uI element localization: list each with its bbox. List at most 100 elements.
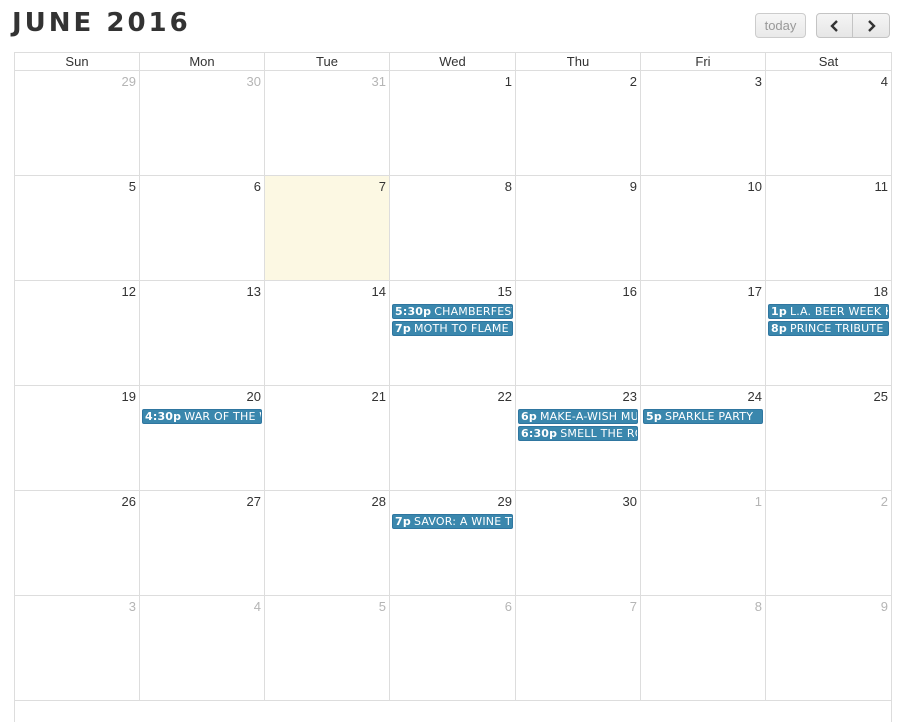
day-cell[interactable]: 3 [641, 71, 766, 175]
day-cell[interactable]: 26 [15, 491, 140, 595]
day-number: 1 [754, 494, 762, 509]
day-cell[interactable]: 8 [390, 176, 516, 280]
day-cell[interactable]: 15 5:30p CHAMBERFEST 7p MOTH TO FLAME [390, 281, 516, 385]
day-cell[interactable]: 6 [140, 176, 265, 280]
day-number: 18 [873, 284, 888, 299]
day-number: 27 [246, 494, 261, 509]
event-title: CHAMBERFEST [434, 305, 513, 318]
day-cell-today[interactable]: 7 [265, 176, 390, 280]
day-number: 16 [622, 284, 637, 299]
day-cell[interactable]: 30 [140, 71, 265, 175]
weekday-mon: Mon [140, 53, 265, 71]
day-cell[interactable]: 9 [766, 596, 891, 700]
day-number: 6 [504, 599, 512, 614]
day-cell[interactable]: 29 [15, 71, 140, 175]
day-cell[interactable]: 5 [15, 176, 140, 280]
day-number: 3 [128, 599, 136, 614]
prev-month-button[interactable] [816, 13, 853, 38]
chevron-left-icon [829, 20, 838, 32]
day-cell[interactable]: 12 [15, 281, 140, 385]
day-cell[interactable]: 8 [641, 596, 766, 700]
day-number: 28 [371, 494, 386, 509]
day-cell[interactable]: 13 [140, 281, 265, 385]
day-cell[interactable]: 17 [641, 281, 766, 385]
day-number: 9 [880, 599, 888, 614]
month-grid: Sun Mon Tue Wed Thu Fri Sat 29 30 31 1 2 3 4 5 6 7 8 9 10 1… [14, 52, 892, 722]
calendar-event[interactable]: 5:30p CHAMBERFEST [392, 304, 513, 319]
day-number: 26 [121, 494, 136, 509]
event-time: 8p [771, 322, 787, 335]
event-title: SAVOR: A WINE T [413, 515, 512, 528]
day-cell[interactable]: 18 1p L.A. BEER WEEK K 8p PRINCE TRIBUTE [766, 281, 891, 385]
day-number: 30 [246, 74, 261, 89]
day-cell[interactable]: 31 [265, 71, 390, 175]
day-cell[interactable]: 16 [516, 281, 641, 385]
day-cell[interactable]: 2 [766, 491, 891, 595]
next-month-button[interactable] [852, 13, 890, 38]
event-time: 5:30p [395, 305, 432, 318]
calendar-event[interactable]: 1p L.A. BEER WEEK K [768, 304, 889, 319]
day-number: 7 [629, 599, 637, 614]
day-cell[interactable]: 23 6p MAKE-A-WISH MU 6:30p SMELL THE RO [516, 386, 641, 490]
chevron-right-icon [868, 20, 876, 32]
week-row: 5 6 7 8 9 10 11 [15, 176, 891, 281]
event-title: PRINCE TRIBUTE [789, 322, 884, 335]
day-number: 31 [371, 74, 386, 89]
day-number: 21 [371, 389, 386, 404]
weekday-tue: Tue [265, 53, 390, 71]
day-cell[interactable]: 14 [265, 281, 390, 385]
week-row: 19 20 4:30p WAR OF THE W 21 22 23 6p MAKE-A-WISH… [15, 386, 891, 491]
day-cell[interactable]: 11 [766, 176, 891, 280]
day-number: 1 [504, 74, 512, 89]
event-time: 7p [395, 515, 411, 528]
event-title: SPARKLE PARTY [664, 410, 754, 423]
day-cell[interactable]: 7 [516, 596, 641, 700]
calendar-event[interactable]: 6:30p SMELL THE RO [518, 426, 638, 441]
calendar-event[interactable]: 7p MOTH TO FLAME [392, 321, 513, 336]
day-number: 2 [629, 74, 637, 89]
day-number: 29 [121, 74, 136, 89]
day-cell[interactable]: 21 [265, 386, 390, 490]
event-time: 6:30p [521, 427, 558, 440]
day-cell[interactable]: 4 [766, 71, 891, 175]
day-cell[interactable]: 3 [15, 596, 140, 700]
day-cell[interactable]: 2 [516, 71, 641, 175]
today-button[interactable]: today [755, 13, 806, 38]
day-cell[interactable]: 1 [390, 71, 516, 175]
day-cell[interactable]: 29 7p SAVOR: A WINE T [390, 491, 516, 595]
day-cell[interactable]: 30 [516, 491, 641, 595]
day-cell[interactable]: 6 [390, 596, 516, 700]
day-number: 5 [378, 599, 386, 614]
day-number: 25 [873, 389, 888, 404]
day-cell[interactable]: 19 [15, 386, 140, 490]
day-cell[interactable]: 22 [390, 386, 516, 490]
day-number: 6 [253, 179, 261, 194]
day-cell[interactable]: 10 [641, 176, 766, 280]
weekday-header: Sun Mon Tue Wed Thu Fri Sat [15, 52, 891, 71]
day-number: 11 [874, 179, 889, 194]
day-cell[interactable]: 5 [265, 596, 390, 700]
day-number: 7 [378, 179, 386, 194]
day-cell[interactable]: 27 [140, 491, 265, 595]
day-number: 9 [629, 179, 637, 194]
calendar-event[interactable]: 6p MAKE-A-WISH MU [518, 409, 638, 424]
day-number: 17 [747, 284, 762, 299]
calendar-event[interactable]: 4:30p WAR OF THE W [142, 409, 262, 424]
day-cell[interactable]: 25 [766, 386, 891, 490]
calendar-event[interactable]: 7p SAVOR: A WINE T [392, 514, 513, 529]
day-cell[interactable]: 28 [265, 491, 390, 595]
calendar-event[interactable]: 5p SPARKLE PARTY [643, 409, 763, 424]
day-number: 5 [128, 179, 136, 194]
day-cell[interactable]: 1 [641, 491, 766, 595]
calendar-event[interactable]: 8p PRINCE TRIBUTE [768, 321, 889, 336]
day-number: 12 [121, 284, 136, 299]
day-cell[interactable]: 9 [516, 176, 641, 280]
day-cell[interactable]: 20 4:30p WAR OF THE W [140, 386, 265, 490]
event-time: 4:30p [145, 410, 182, 423]
day-number: 8 [754, 599, 762, 614]
day-cell[interactable]: 24 5p SPARKLE PARTY [641, 386, 766, 490]
day-cell[interactable]: 4 [140, 596, 265, 700]
event-time: 1p [771, 305, 787, 318]
event-time: 6p [521, 410, 537, 423]
weekday-sun: Sun [15, 53, 140, 71]
